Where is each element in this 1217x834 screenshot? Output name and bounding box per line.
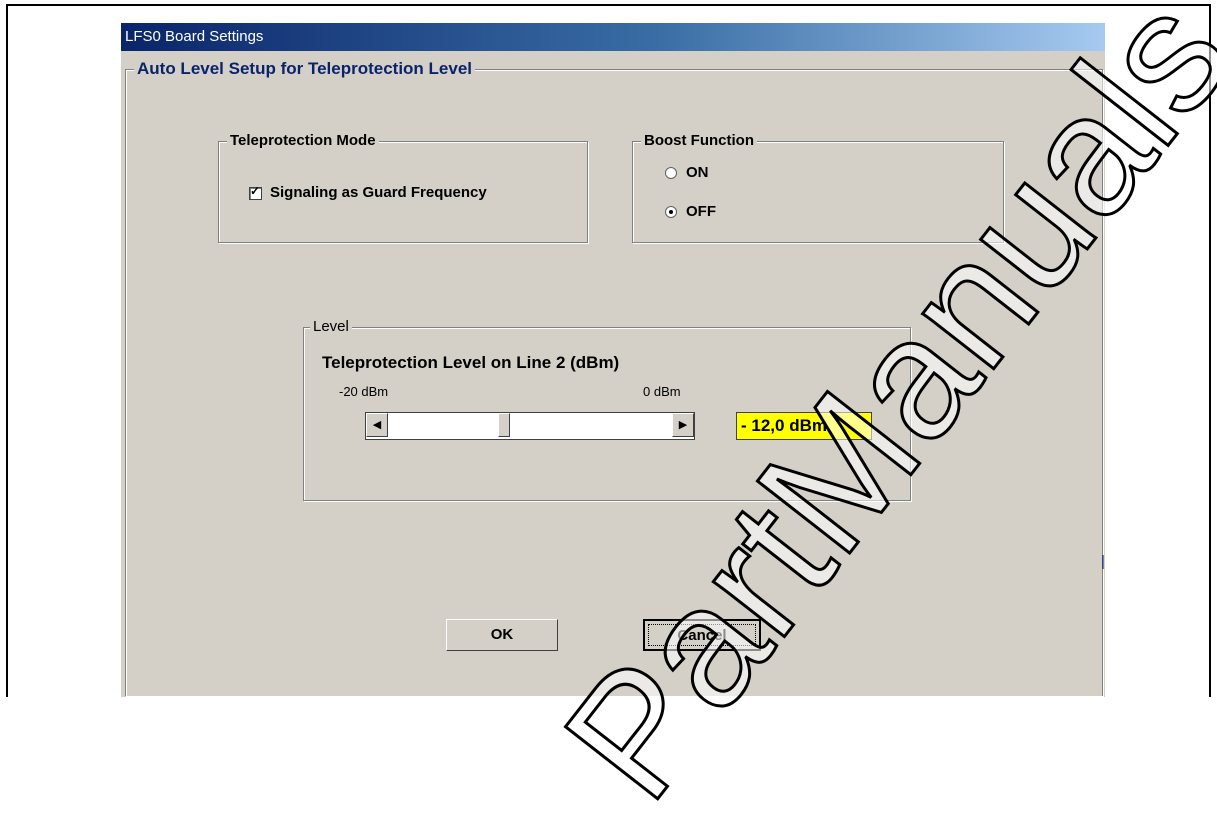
cancel-button-label: Cancel xyxy=(677,627,727,644)
guard-frequency-label[interactable]: Signaling as Guard Frequency xyxy=(270,184,487,201)
auto-level-group-label: Auto Level Setup for Teleprotection Leve… xyxy=(134,59,476,79)
boost-function-group: Boost Function xyxy=(632,132,1004,243)
cancel-focus-rect: Cancel xyxy=(648,624,756,646)
window-title: LFS0 Board Settings xyxy=(125,28,264,45)
boost-function-label: Boost Function xyxy=(641,132,757,149)
ok-button[interactable]: OK xyxy=(446,619,558,651)
max-level-label: 0 dBm xyxy=(643,384,681,399)
level-value-display: - 12,0 dBm xyxy=(736,412,872,440)
level-heading: Teleprotection Level on Line 2 (dBm) xyxy=(322,353,620,372)
ok-button-label: OK xyxy=(490,626,514,643)
boost-off-label[interactable]: OFF xyxy=(686,203,716,220)
level-group-label: Level xyxy=(310,318,352,335)
boost-on-label[interactable]: ON xyxy=(686,164,709,181)
level-slider[interactable]: ◀ ▶ xyxy=(365,412,695,440)
slider-increase-button[interactable]: ▶ xyxy=(672,413,694,437)
slider-decrease-button[interactable]: ◀ xyxy=(366,413,388,437)
boost-off-radio[interactable] xyxy=(665,206,677,218)
checkmark-icon: ✓ xyxy=(250,184,261,198)
settings-dialog: LFS0 Board Settings Auto Level Setup for… xyxy=(121,23,1105,697)
min-level-label: -20 dBm xyxy=(339,384,389,399)
slider-thumb[interactable] xyxy=(498,413,510,437)
level-value-text: - 12,0 dBm xyxy=(741,416,827,435)
radio-selected-dot xyxy=(669,210,673,214)
cancel-button[interactable]: Cancel xyxy=(643,619,761,651)
boost-on-radio[interactable] xyxy=(665,167,677,179)
teleprotection-mode-label: Teleprotection Mode xyxy=(227,132,379,149)
edge-mark: | xyxy=(1101,553,1105,570)
title-bar[interactable]: LFS0 Board Settings xyxy=(121,23,1105,51)
guard-frequency-checkbox[interactable]: ✓ xyxy=(249,184,262,200)
